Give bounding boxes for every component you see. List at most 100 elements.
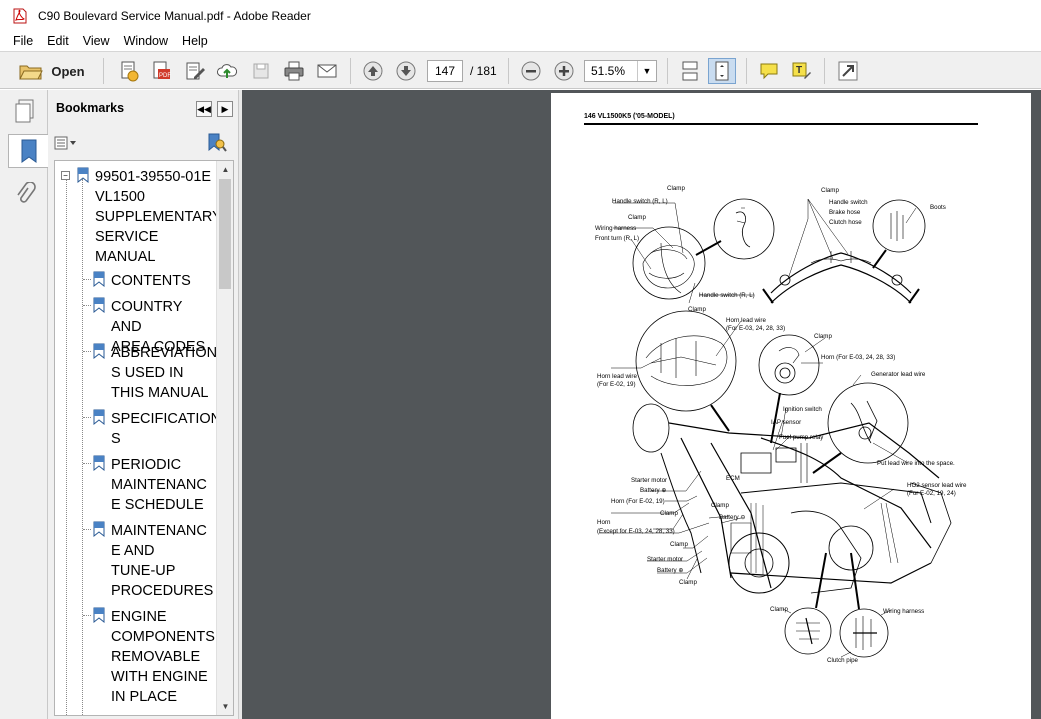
open-label: Open xyxy=(51,63,85,79)
bookmarks-tab-button[interactable] xyxy=(8,134,48,168)
menu-help[interactable]: Help xyxy=(175,34,215,48)
bookmarks-tree: − 99501-39550-01E VL1500 SUPPLEMENTARY SERV… xyxy=(54,160,234,716)
paperclip-icon xyxy=(17,182,36,203)
pdf-tool-button[interactable]: PDF xyxy=(148,58,174,84)
bookmark-icon xyxy=(93,343,105,359)
edit-document-icon xyxy=(186,62,205,80)
toolbar-separator xyxy=(667,58,668,84)
scrolling-mode-button[interactable] xyxy=(677,58,703,84)
collapse-icon[interactable]: − xyxy=(61,171,70,180)
bookmark-label: SPECIFICATION S xyxy=(111,411,222,447)
toolbar-separator xyxy=(824,58,825,84)
svg-text:Front turn (R, L): Front turn (R, L) xyxy=(595,235,639,242)
toolbar: Open PDF 147 / 181 51.5% ▼ T xyxy=(0,51,1041,89)
navigation-rail xyxy=(0,90,48,719)
bookmark-label: CONTENTS xyxy=(111,273,191,289)
tree-connector xyxy=(66,175,67,715)
options-menu-button[interactable] xyxy=(54,134,80,152)
envelope-icon xyxy=(317,64,337,78)
scroll-up-icon[interactable]: ▲ xyxy=(217,161,233,178)
bookmarks-scrollbar[interactable]: ▲ ▼ xyxy=(216,161,233,715)
title-bar: C90 Boulevard Service Manual.pdf - Adobe… xyxy=(0,0,1041,31)
zoom-select[interactable]: ▼ xyxy=(584,60,657,82)
svg-text:HO2 sensor lead wire: HO2 sensor lead wire xyxy=(907,482,967,489)
svg-text:Clamp: Clamp xyxy=(660,510,678,517)
upload-cloud-button[interactable] xyxy=(214,58,240,84)
menu-view[interactable]: View xyxy=(76,34,117,48)
svg-text:Generator lead wire: Generator lead wire xyxy=(871,371,926,378)
toolbar-separator xyxy=(508,58,509,84)
bookmarks-tools xyxy=(48,132,238,156)
find-bookmark-button[interactable] xyxy=(206,132,228,154)
arrow-down-circle-icon xyxy=(396,61,416,81)
svg-text:T: T xyxy=(796,65,802,76)
scrollbar-thumb[interactable] xyxy=(219,179,231,289)
bookmark-search-icon xyxy=(208,133,227,152)
page-thumbnails-button[interactable] xyxy=(8,94,42,128)
bookmark-label: MAINTENANC E AND TUNE-UP PROCEDURES xyxy=(111,523,214,599)
comment-button[interactable] xyxy=(756,58,782,84)
edit-pdf-button[interactable] xyxy=(182,58,208,84)
bookmark-ribbon-icon xyxy=(21,139,36,163)
plus-circle-icon xyxy=(554,61,574,81)
fit-page-button[interactable] xyxy=(708,58,736,84)
svg-text:Clutch pipe: Clutch pipe xyxy=(827,657,859,664)
save-button[interactable] xyxy=(248,58,274,84)
svg-text:Horn (For E-03, 24, 28, 33): Horn (For E-03, 24, 28, 33) xyxy=(821,354,895,361)
highlight-text-button[interactable]: T xyxy=(788,58,814,84)
pdf-document-icon: PDF xyxy=(153,61,171,79)
panel-next-button[interactable]: ▶ xyxy=(217,101,233,117)
svg-text:Clamp: Clamp xyxy=(679,579,697,586)
svg-text:Handle switch (R, L): Handle switch (R, L) xyxy=(699,292,755,299)
svg-text:Clamp: Clamp xyxy=(670,541,688,548)
svg-text:Clamp: Clamp xyxy=(821,187,839,194)
svg-text:Battery ⊕: Battery ⊕ xyxy=(657,567,684,574)
svg-text:Clamp: Clamp xyxy=(711,502,729,509)
scroll-pages-icon xyxy=(682,61,698,81)
toolbar-separator xyxy=(746,58,747,84)
svg-text:Clamp: Clamp xyxy=(628,214,646,221)
expand-button[interactable] xyxy=(835,58,861,84)
zoom-out-button[interactable] xyxy=(518,58,544,84)
window-title: C90 Boulevard Service Manual.pdf - Adobe… xyxy=(38,8,311,23)
scroll-down-icon[interactable]: ▼ xyxy=(217,698,233,715)
zoom-in-button[interactable] xyxy=(551,58,577,84)
speech-bubble-icon xyxy=(760,63,778,80)
svg-text:Clutch hose: Clutch hose xyxy=(829,219,862,226)
svg-text:Starter motor: Starter motor xyxy=(631,477,667,484)
previous-page-button[interactable] xyxy=(360,58,386,84)
create-pdf-button[interactable] xyxy=(116,58,142,84)
menu-window[interactable]: Window xyxy=(117,34,175,48)
page-number-input[interactable] xyxy=(427,60,463,82)
collapse-panel-button[interactable]: ◀◀ xyxy=(196,101,212,117)
next-page-button[interactable] xyxy=(393,58,419,84)
save-icon xyxy=(253,63,269,79)
svg-text:Handle switch (R, L): Handle switch (R, L) xyxy=(612,198,668,205)
svg-text:Horn (For E-02, 19): Horn (For E-02, 19) xyxy=(611,498,665,505)
menu-edit[interactable]: Edit xyxy=(40,34,76,48)
svg-text:Horn: Horn xyxy=(597,519,611,526)
document-viewer[interactable]: 146 VL1500K5 ('05-MODEL) Clamp Handle sw… xyxy=(242,90,1041,719)
open-button[interactable]: Open xyxy=(12,58,92,84)
email-button[interactable] xyxy=(314,58,340,84)
bookmark-icon xyxy=(93,409,105,425)
svg-text:Horn lead wire: Horn lead wire xyxy=(726,317,766,324)
chevron-down-icon[interactable]: ▼ xyxy=(637,61,656,81)
attachments-button[interactable] xyxy=(8,178,42,212)
svg-text:Clamp: Clamp xyxy=(770,606,788,613)
print-button[interactable] xyxy=(281,58,307,84)
svg-text:Clamp: Clamp xyxy=(688,306,706,313)
bookmarks-title: Bookmarks xyxy=(56,101,125,115)
svg-text:Battery ⊖: Battery ⊖ xyxy=(719,514,746,521)
cloud-upload-icon xyxy=(217,64,238,78)
bookmark-icon xyxy=(93,521,105,537)
bookmark-label: ENGINE COMPONENTS REMOVABLE WITH ENGINE IN P… xyxy=(111,609,215,705)
bookmarks-header: Bookmarks ◀◀ ▶ xyxy=(48,90,238,126)
minus-circle-icon xyxy=(521,61,541,81)
zoom-input[interactable] xyxy=(585,64,637,78)
menu-file[interactable]: File xyxy=(6,34,40,48)
expand-arrows-icon xyxy=(838,61,858,81)
bookmark-label: ABBREVIATION S USED IN THIS MANUAL xyxy=(111,345,218,401)
svg-text:(For E-02, 19): (For E-02, 19) xyxy=(597,381,636,388)
bookmark-icon xyxy=(93,455,105,471)
